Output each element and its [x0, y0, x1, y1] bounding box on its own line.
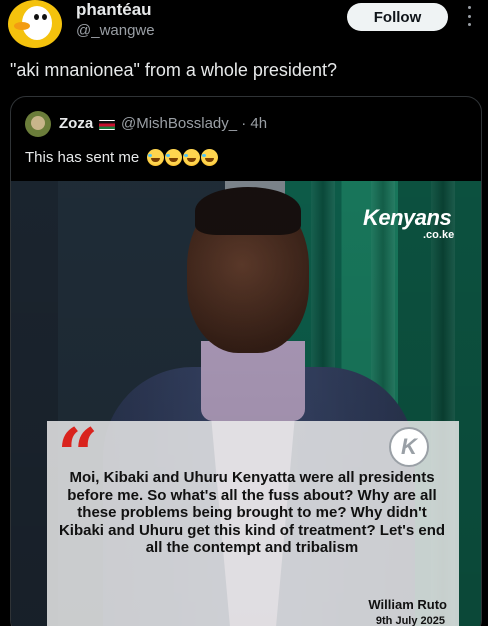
quote-text: Moi, Kibaki and Uhuru Kenyatta were all … — [58, 469, 446, 556]
brand-logo-suffix: .co.ke — [423, 229, 455, 241]
follow-button[interactable]: Follow — [347, 3, 448, 31]
quoted-post-text: This has sent me — [25, 149, 140, 166]
duck-eye — [42, 14, 47, 20]
k-logo-icon: K — [389, 427, 429, 467]
quote-author: William Ruto — [368, 597, 447, 612]
quoted-author-name[interactable]: Zoza — [59, 115, 93, 132]
quoted-post[interactable]: Zoza @MishBosslady_ · 4h This has sent m… — [10, 96, 482, 626]
brand-logo: Kenyans — [363, 205, 452, 230]
quote-overlay: “ K Moi, Kibaki and Uhuru Kenyatta were … — [47, 419, 459, 626]
post-header: phantéau @_wangwe Follow — [0, 0, 488, 56]
quote-date: 9th July 2025 — [375, 615, 445, 626]
author-handle[interactable]: @_wangwe — [76, 22, 155, 39]
dot — [467, 23, 471, 26]
quoted-author-handle[interactable]: @MishBosslady_ · 4h — [121, 115, 267, 132]
author-avatar[interactable] — [8, 0, 62, 48]
rolling-laughing-emoji-icon — [183, 149, 200, 166]
dot — [467, 14, 471, 18]
quoted-author-avatar[interactable] — [25, 111, 51, 137]
rolling-laughing-emoji-icon — [147, 149, 164, 166]
more-options-icon[interactable] — [466, 6, 472, 26]
rolling-laughing-emoji-icon — [165, 149, 182, 166]
dot — [467, 6, 471, 9]
author-name[interactable]: phantéau — [76, 0, 152, 20]
duck-eye — [34, 14, 39, 20]
duck-beak — [14, 22, 30, 30]
kenya-flag-icon — [99, 120, 115, 130]
post-text: "aki mnanionea" from a whole president? — [10, 60, 337, 80]
quoted-image[interactable]: Kenyans .co.ke “ K Moi, Kibaki and Uhuru… — [11, 181, 481, 626]
laughing-emoji-row — [147, 149, 218, 167]
rolling-laughing-emoji-icon — [201, 149, 218, 166]
